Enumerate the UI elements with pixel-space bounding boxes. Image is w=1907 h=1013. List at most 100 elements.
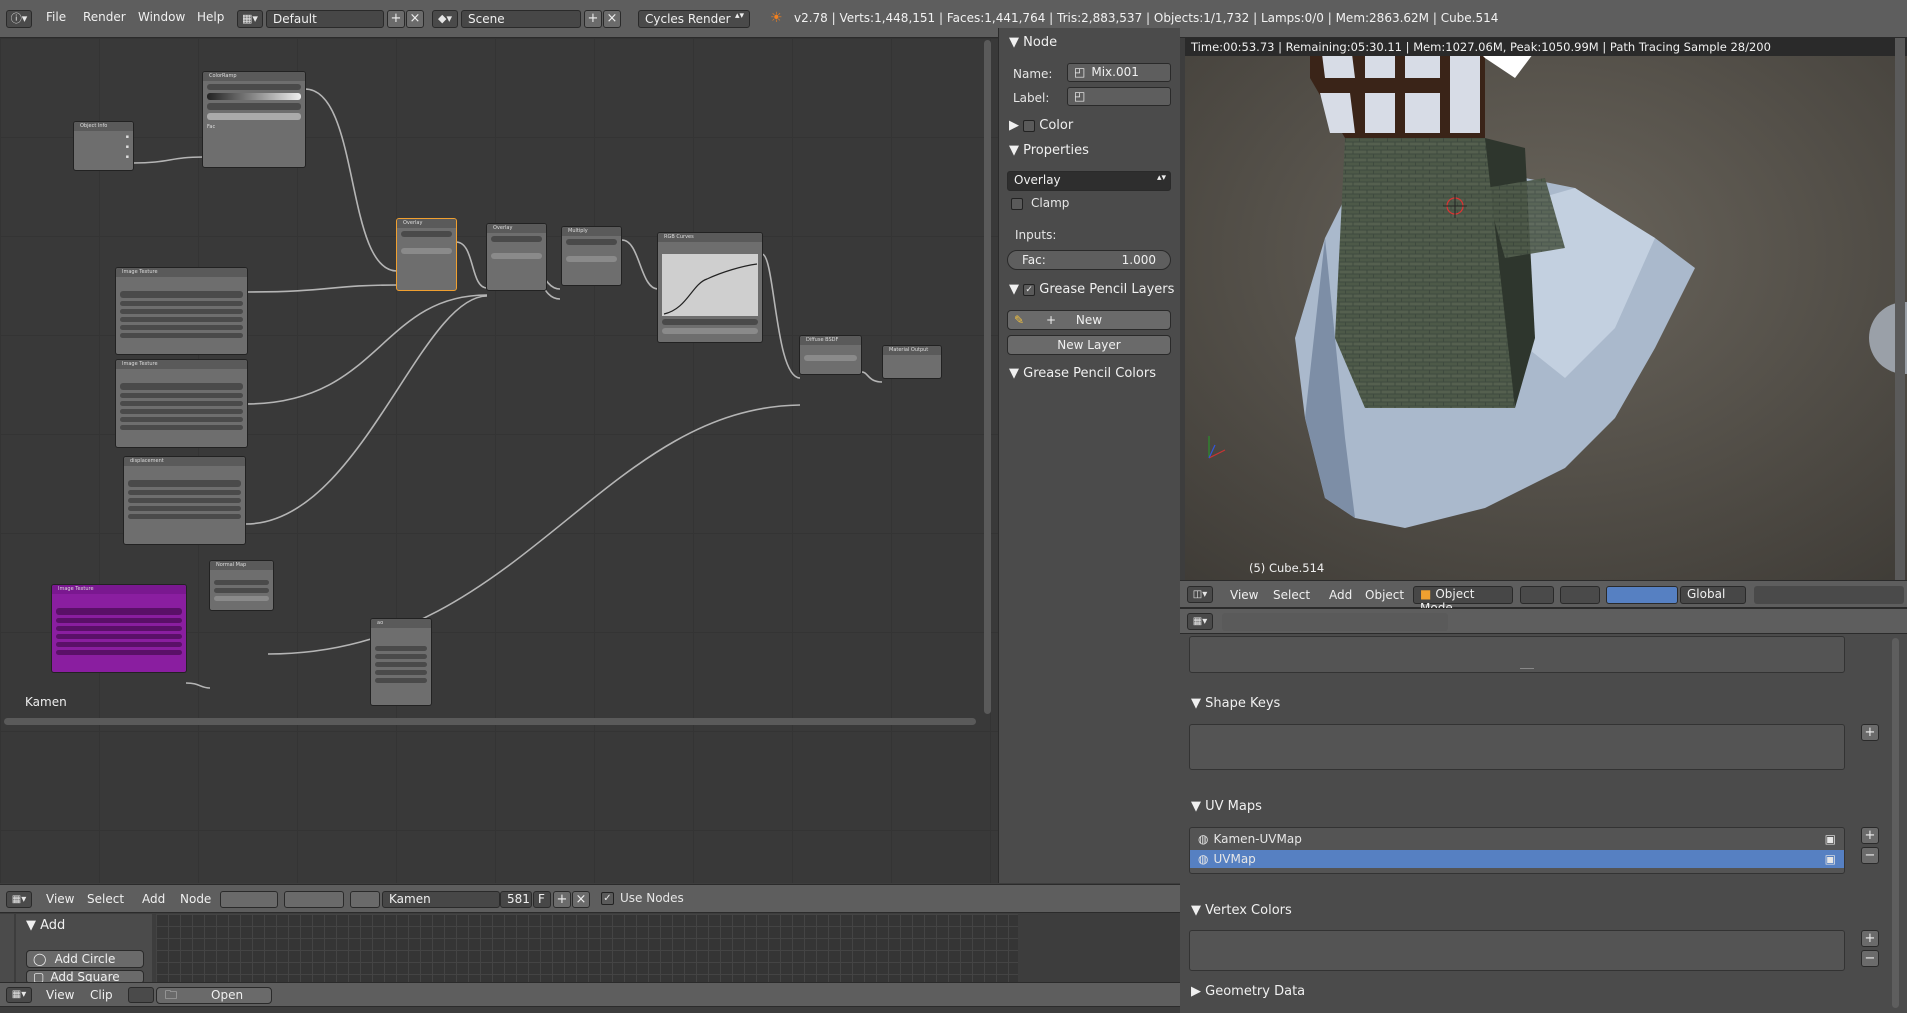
shelf-tabs[interactable]: [0, 914, 14, 982]
tangent-space[interactable]: [214, 580, 269, 585]
remove-scene-button[interactable]: ×: [603, 10, 621, 28]
node-diffuse-bsdf[interactable]: Diffuse BSDF: [799, 335, 862, 375]
clamp-check[interactable]: [401, 240, 452, 245]
horizontal-scrollbar[interactable]: [4, 718, 976, 725]
extension[interactable]: [56, 642, 182, 647]
colorspace[interactable]: [375, 654, 427, 659]
add-uv-button[interactable]: +: [1861, 827, 1879, 844]
add-screen-button[interactable]: +: [387, 10, 405, 28]
panel-color[interactable]: ▶ Color: [1009, 118, 1073, 133]
clamp-check[interactable]: [491, 245, 542, 250]
render-engine-dropdown[interactable]: Cycles Render ▴▾: [638, 10, 750, 28]
extension[interactable]: [120, 417, 243, 422]
colorspace[interactable]: [56, 618, 182, 623]
orientation-dropdown[interactable]: Global: [1680, 586, 1746, 604]
panel-properties[interactable]: ▼ Properties: [1009, 143, 1089, 158]
panel-geometry-data[interactable]: ▶ Geometry Data: [1191, 984, 1305, 999]
new-layer-button[interactable]: New Layer: [1007, 335, 1171, 355]
interp[interactable]: [56, 626, 182, 631]
image-file[interactable]: [375, 646, 427, 651]
node-image-texture-displacement[interactable]: displacement: [123, 456, 246, 545]
mode-dropdown[interactable]: ■Object Mode: [1413, 586, 1513, 615]
colorspace[interactable]: [128, 490, 241, 495]
scene-icon[interactable]: ◆▾: [432, 10, 458, 28]
node-image-texture-ao[interactable]: Image Texture: [115, 267, 248, 355]
strength-field[interactable]: [214, 596, 269, 601]
fake-user-toggle[interactable]: F: [533, 891, 551, 908]
roughness-field[interactable]: [804, 355, 857, 361]
info-editor-icon[interactable]: ⓘ▾: [6, 10, 32, 28]
menu-select[interactable]: Select: [87, 892, 124, 906]
fac-slider[interactable]: Fac: 1.000: [1007, 250, 1171, 270]
menu-view[interactable]: View: [46, 988, 74, 1002]
menu-node[interactable]: Node: [180, 892, 211, 906]
checkbox-icon[interactable]: ✓: [1023, 283, 1036, 296]
interp[interactable]: [120, 401, 243, 406]
projection[interactable]: [128, 506, 241, 511]
remove-vertex-color-button[interactable]: −: [1861, 950, 1879, 967]
extension[interactable]: [120, 325, 243, 330]
uv-item-kamen[interactable]: ◍ Kamen-UVMap ▣: [1190, 830, 1844, 848]
interp[interactable]: [120, 309, 243, 314]
interp[interactable]: [375, 662, 427, 667]
shape-keys-list[interactable]: [1189, 724, 1845, 770]
pivot-icons[interactable]: [1560, 586, 1600, 604]
node-image-texture-ao2[interactable]: ao: [370, 618, 432, 706]
clamp-checkbox[interactable]: Clamp: [1011, 196, 1069, 210]
prev-list[interactable]: [1189, 636, 1845, 673]
shader-type-icons[interactable]: [220, 891, 278, 908]
add-vertex-color-button[interactable]: +: [1861, 930, 1879, 947]
ramp-color[interactable]: [207, 113, 301, 120]
ramp-pos[interactable]: [207, 103, 301, 110]
curve-tabs[interactable]: [662, 245, 758, 251]
fac-field[interactable]: [401, 248, 452, 254]
uv-maps-list[interactable]: ◍ Kamen-UVMap ▣ ◍ UVMap ▣: [1189, 827, 1845, 874]
image-file[interactable]: [120, 291, 243, 298]
material-icon[interactable]: [350, 891, 380, 908]
node-normal-map[interactable]: Normal Map: [209, 560, 274, 611]
vertex-colors-list[interactable]: [1189, 930, 1845, 971]
panel-vertex-colors[interactable]: ▼ Vertex Colors: [1191, 903, 1292, 918]
color1[interactable]: [401, 257, 452, 262]
extension[interactable]: [375, 678, 427, 683]
node-object-info[interactable]: Object Info ▪ ▪ ▪: [73, 121, 134, 171]
menu-view[interactable]: View: [46, 892, 74, 906]
3d-viewport[interactable]: Time:00:53.73 | Remaining:05:30.11 | Mem…: [1185, 38, 1907, 581]
screen-layout-field[interactable]: Default: [266, 10, 384, 28]
menu-add[interactable]: Add: [142, 892, 165, 906]
add-circle-button[interactable]: ◯ Add Circle: [26, 950, 144, 968]
shader-object-icons[interactable]: [284, 891, 344, 908]
source[interactable]: [56, 650, 182, 655]
material-field[interactable]: Kamen: [382, 891, 500, 908]
manipulator-icons[interactable]: [1606, 586, 1678, 604]
curve-graph[interactable]: [662, 254, 758, 316]
vertical-scrollbar[interactable]: [984, 40, 991, 714]
properties-scrollbar[interactable]: [1892, 638, 1899, 1008]
image-file[interactable]: [120, 383, 243, 390]
add-scene-button[interactable]: +: [584, 10, 602, 28]
open-clip-button[interactable]: 🗀 Open: [156, 987, 272, 1004]
projection[interactable]: [120, 317, 243, 322]
menu-view[interactable]: View: [1230, 588, 1258, 602]
node-rgb-curves[interactable]: RGB Curves: [657, 232, 763, 343]
node-overlay[interactable]: Overlay: [486, 223, 547, 291]
clip-mode-icon[interactable]: [128, 987, 154, 1003]
colorspace[interactable]: [120, 301, 243, 306]
editor-type-icon[interactable]: ▦▾: [6, 987, 32, 1003]
ramp-gradient[interactable]: [207, 93, 301, 100]
shading-icon[interactable]: [1520, 586, 1554, 604]
layer-buttons[interactable]: [1754, 586, 1904, 604]
menu-object[interactable]: Object: [1365, 588, 1404, 602]
node-color-ramp[interactable]: ColorRamp Fac: [202, 71, 306, 168]
camera-icon[interactable]: ▣: [1825, 852, 1836, 866]
colorspace[interactable]: [120, 393, 243, 398]
blend-mode-dropdown[interactable]: Overlay ▴▾: [1007, 171, 1171, 191]
source[interactable]: [120, 425, 243, 430]
blend-dropdown[interactable]: [491, 236, 542, 242]
clamp-check[interactable]: [566, 248, 617, 253]
remove-material-button[interactable]: ×: [572, 891, 590, 908]
add-shape-key-button[interactable]: +: [1861, 724, 1879, 741]
editor-type-icon[interactable]: ▦▾: [1187, 613, 1213, 630]
menu-window[interactable]: Window: [138, 10, 185, 24]
blend-dropdown[interactable]: [566, 239, 617, 245]
